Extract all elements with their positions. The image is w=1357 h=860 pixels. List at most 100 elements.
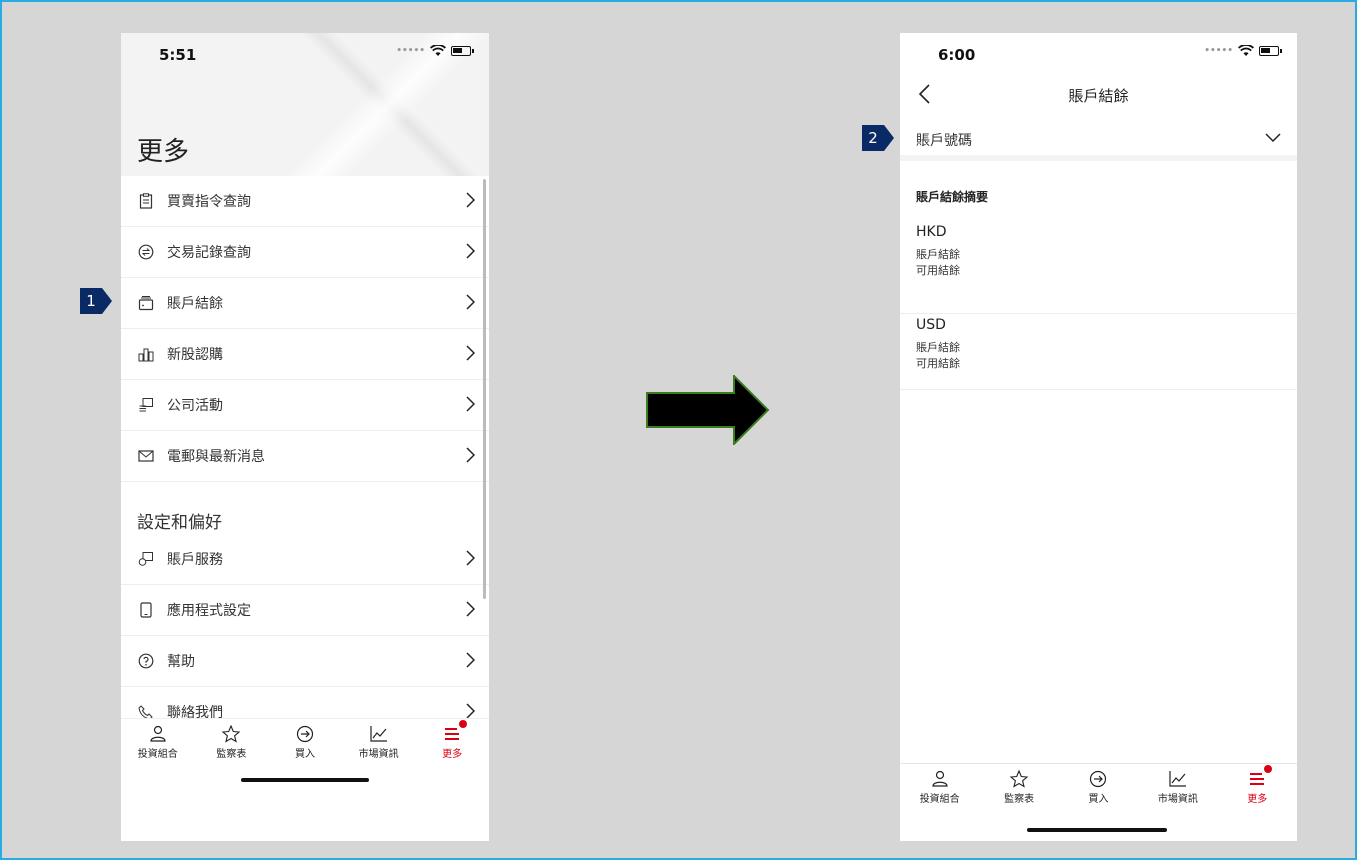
chevron-right-icon xyxy=(466,703,475,719)
menu-icon xyxy=(1250,773,1265,785)
home-indicator[interactable] xyxy=(1027,828,1167,832)
badge-pointer xyxy=(884,125,894,151)
chevron-right-icon xyxy=(466,192,475,208)
signal-icon: ••••• xyxy=(396,46,425,56)
scrollbar[interactable] xyxy=(483,179,486,599)
tab-label: 買入 xyxy=(294,749,315,760)
currency-block-hkd: HKD 賬戶結餘 可用結餘 xyxy=(900,224,1297,314)
account-number-label: 賬戶號碼 xyxy=(916,133,972,149)
menu-item-label: 新股認購 xyxy=(167,347,223,363)
chevron-right-icon xyxy=(466,294,475,310)
tab-label: 市場資訊 xyxy=(358,749,399,760)
menu-item-email-news[interactable]: 電郵與最新消息 xyxy=(121,431,489,482)
clipboard-icon xyxy=(137,192,155,210)
tab-label: 投資組合 xyxy=(919,794,960,805)
wallet-icon xyxy=(137,294,155,312)
balance-label: 賬戶結餘 xyxy=(916,341,960,354)
home-indicator[interactable] xyxy=(241,778,369,782)
tab-bar: 投資組合 監察表 買入 市場資訊 更多 xyxy=(900,763,1297,813)
star-icon xyxy=(1009,770,1029,788)
menu-item-app-settings[interactable]: 應用程式設定 xyxy=(121,585,489,636)
wifi-icon xyxy=(1238,45,1254,56)
phone-icon xyxy=(137,601,155,619)
menu-item-help[interactable]: 幫助 xyxy=(121,636,489,687)
chevron-right-icon xyxy=(466,243,475,259)
tab-bar: 投資組合 監察表 買入 市場資訊 更多 xyxy=(121,718,489,768)
buy-icon xyxy=(296,725,314,743)
exchange-icon xyxy=(137,243,155,261)
page-title: 賬戶結餘 xyxy=(1068,87,1129,105)
menu-icon xyxy=(445,728,460,740)
account-number-dropdown[interactable]: 賬戶號碼 xyxy=(900,117,1297,161)
step-number: 2 xyxy=(862,125,884,151)
tab-label: 投資組合 xyxy=(137,749,178,760)
buy-icon xyxy=(1090,770,1107,788)
available-label: 可用結餘 xyxy=(916,264,960,277)
menu-item-label: 公司活動 xyxy=(167,398,223,414)
chevron-right-icon xyxy=(466,652,475,668)
corporate-action-icon xyxy=(137,396,155,414)
status-time: 6:00 xyxy=(938,46,976,64)
status-bar: 6:00 ••••• xyxy=(900,33,1297,77)
badge-pointer xyxy=(102,288,112,314)
tab-label: 市場資訊 xyxy=(1157,794,1198,805)
menu-item-transaction-history[interactable]: 交易記錄查詢 xyxy=(121,227,489,278)
portfolio-icon xyxy=(932,770,948,787)
nav-bar: 賬戶結餘 xyxy=(900,77,1297,117)
tab-more[interactable]: 更多 xyxy=(417,719,487,768)
currency-code: HKD xyxy=(916,224,947,240)
notification-dot xyxy=(459,720,468,728)
portfolio-icon xyxy=(150,725,166,742)
account-service-icon xyxy=(137,550,155,568)
ipo-chart-icon xyxy=(137,345,155,363)
help-icon xyxy=(137,652,155,670)
menu-list: 買賣指令查詢 交易記錄查詢 賬戶結餘 新股認購 公司活動 電郵與最新消息 設定和… xyxy=(121,176,489,738)
menu-item-label: 應用程式設定 xyxy=(167,603,251,619)
currency-code: USD xyxy=(916,317,946,333)
account-balance-screen: 6:00 ••••• 賬戶結餘 賬戶號碼 賬戶結餘摘要 HKD 賬戶結餘 可用結… xyxy=(900,33,1297,841)
chevron-right-icon xyxy=(466,447,475,463)
battery-icon xyxy=(1259,46,1282,56)
tab-watchlist[interactable]: 監察表 xyxy=(196,719,266,768)
status-time: 5:51 xyxy=(159,46,197,64)
menu-item-label: 電郵與最新消息 xyxy=(167,449,265,465)
tab-label: 更多 xyxy=(442,749,463,760)
menu-item-label: 賬戶結餘 xyxy=(167,296,223,312)
menu-item-ipo-subscription[interactable]: 新股認購 xyxy=(121,329,489,380)
section-title: 設定和偏好 xyxy=(137,513,222,533)
battery-icon xyxy=(451,46,474,56)
menu-item-order-enquiry[interactable]: 買賣指令查詢 xyxy=(121,176,489,227)
step-badge-1: 1 xyxy=(80,288,112,314)
star-icon xyxy=(222,725,241,743)
signal-icon: ••••• xyxy=(1204,46,1233,56)
step-number: 1 xyxy=(80,288,102,314)
tab-buy[interactable]: 買入 xyxy=(1063,764,1133,813)
status-bar: 5:51 ••••• xyxy=(121,33,489,77)
menu-item-label: 買賣指令查詢 xyxy=(167,194,251,210)
menu-item-label: 幫助 xyxy=(167,654,195,670)
menu-item-label: 賬戶服務 xyxy=(167,552,223,568)
tab-label: 監察表 xyxy=(216,749,247,760)
notification-dot xyxy=(1264,765,1273,773)
tab-market[interactable]: 市場資訊 xyxy=(1143,764,1213,813)
summary-title: 賬戶結餘摘要 xyxy=(916,190,989,204)
step-badge-2: 2 xyxy=(862,125,894,151)
chevron-down-icon xyxy=(1265,133,1281,143)
more-screen: 5:51 ••••• 更多 買賣指令查詢 交易記錄查詢 賬戶結餘 新股認購 公司… xyxy=(121,33,489,841)
menu-item-account-services[interactable]: 賬戶服務 xyxy=(121,534,489,585)
tab-portfolio[interactable]: 投資組合 xyxy=(123,719,193,768)
menu-item-corporate-actions[interactable]: 公司活動 xyxy=(121,380,489,431)
tab-portfolio[interactable]: 投資組合 xyxy=(905,764,975,813)
status-icons: ••••• xyxy=(396,45,474,57)
tab-more[interactable]: 更多 xyxy=(1222,764,1292,813)
tab-label: 更多 xyxy=(1247,794,1268,805)
chevron-right-icon xyxy=(466,345,475,361)
big-arrow-icon xyxy=(646,375,770,445)
menu-item-account-balance[interactable]: 賬戶結餘 xyxy=(121,278,489,329)
tab-watchlist[interactable]: 監察表 xyxy=(984,764,1054,813)
tab-buy[interactable]: 買入 xyxy=(270,719,340,768)
currency-block-usd: USD 賬戶結餘 可用結餘 xyxy=(900,317,1297,390)
tab-market[interactable]: 市場資訊 xyxy=(344,719,414,768)
balance-label: 賬戶結餘 xyxy=(916,248,960,261)
tab-label: 監察表 xyxy=(1004,794,1035,805)
